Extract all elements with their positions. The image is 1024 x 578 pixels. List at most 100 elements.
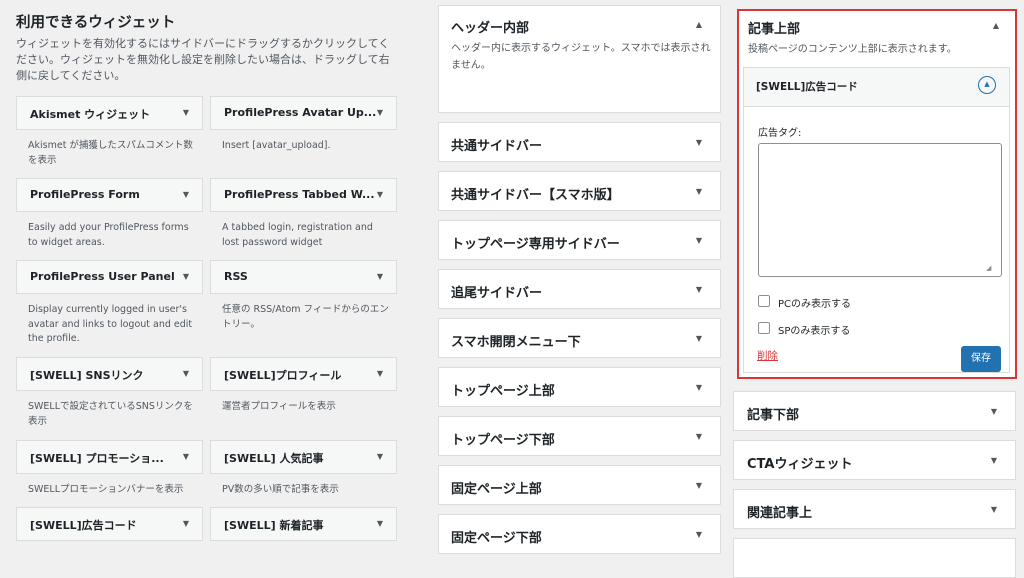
widget-title: ProfilePress Avatar Up... xyxy=(224,106,377,119)
widget-swell-promotion[interactable]: [SWELL] プロモーショ... ▼ xyxy=(16,440,203,474)
pc-only-label: PCのみ表示する xyxy=(778,299,852,310)
triangle-up-icon[interactable]: ▲ xyxy=(978,76,996,94)
triangle-down-icon[interactable]: ▼ xyxy=(377,369,383,378)
sidebar-title: CTAウィジェット xyxy=(747,457,853,472)
widget-profilepress-user-panel[interactable]: ProfilePress User Panel ▼ xyxy=(16,260,203,294)
sp-only-checkbox[interactable] xyxy=(758,322,770,334)
sidebar-article-top[interactable]: 記事上部 ▲ 投稿ページのコンテンツ上部に表示されます。 [SWELL]広告コー… xyxy=(737,9,1017,379)
widget-description: A tabbed login, registration and lost pa… xyxy=(222,222,373,248)
widget-title: [SWELL]プロフィール xyxy=(224,369,342,382)
available-widgets-title: 利用できるウィジェット xyxy=(16,15,176,31)
sidebar-cta-widget[interactable]: CTAウィジェット ▼ xyxy=(733,440,1016,480)
triangle-down-icon[interactable]: ▼ xyxy=(696,383,702,392)
widget-description: Akismet が捕獲したスパムコメント数を表示 xyxy=(28,140,193,166)
widget-description: SWELLで設定されているSNSリンクを表示 xyxy=(28,401,193,427)
widget-swell-sns-links[interactable]: [SWELL] SNSリンク ▼ xyxy=(16,357,203,391)
triangle-up-icon[interactable]: ▲ xyxy=(696,20,702,29)
sidebar-sticky[interactable]: 追尾サイドバー ▼ xyxy=(438,269,721,309)
sidebar-title: 固定ページ上部 xyxy=(451,482,542,497)
sidebar-common-mobile[interactable]: 共通サイドバー【スマホ版】 ▼ xyxy=(438,171,721,211)
widget-rss[interactable]: RSS ▼ xyxy=(210,260,397,294)
triangle-down-icon[interactable]: ▼ xyxy=(183,272,189,281)
widget-title: [SWELL]広告コード xyxy=(756,81,858,93)
widget-swell-ad-code[interactable]: [SWELL]広告コード ▼ xyxy=(16,507,203,541)
sidebar-top-page-bottom[interactable]: トップページ下部 ▼ xyxy=(438,416,721,456)
triangle-down-icon[interactable]: ▼ xyxy=(377,519,383,528)
sidebar-related-posts-top[interactable]: 関連記事上 ▼ xyxy=(733,489,1016,529)
triangle-down-icon[interactable]: ▼ xyxy=(183,369,189,378)
sidebar-title: 共通サイドバー【スマホ版】 xyxy=(451,188,620,203)
sidebar-title: トップページ専用サイドバー xyxy=(451,237,620,252)
sidebar-page-bottom[interactable]: 固定ページ下部 ▼ xyxy=(438,514,721,554)
sidebar-title: 記事上部 xyxy=(748,22,801,37)
widget-profilepress-tabbed[interactable]: ProfilePress Tabbed W... ▼ xyxy=(210,178,397,212)
triangle-down-icon[interactable]: ▼ xyxy=(696,334,702,343)
sidebar-title: ヘッダー内部 xyxy=(451,21,530,36)
sidebar-common[interactable]: 共通サイドバー ▼ xyxy=(438,122,721,162)
widget-title: Akismet ウィジェット xyxy=(30,108,151,121)
widget-title: [SWELL] 新着記事 xyxy=(224,519,324,532)
widget-title: ProfilePress Form xyxy=(30,188,140,201)
widget-profilepress-form[interactable]: ProfilePress Form ▼ xyxy=(16,178,203,212)
sidebar-description: ヘッダー内に表示するウィジェット。スマホでは表示されません。 xyxy=(451,43,711,71)
triangle-down-icon[interactable]: ▼ xyxy=(377,272,383,281)
ad-code-widget: [SWELL]広告コード ▲ 広告タグ: ◢ PCのみ表示する SPのみ表示する… xyxy=(743,67,1010,373)
widget-description: Display currently logged in user's avata… xyxy=(28,304,193,344)
widget-swell-profile[interactable]: [SWELL]プロフィール ▼ xyxy=(210,357,397,391)
save-button[interactable]: 保存 xyxy=(961,346,1001,372)
widget-description: Insert [avatar_upload]. xyxy=(222,140,331,151)
triangle-down-icon[interactable]: ▼ xyxy=(696,187,702,196)
triangle-down-icon[interactable]: ▼ xyxy=(696,530,702,539)
widget-description: 運営者プロフィールを表示 xyxy=(222,401,336,412)
widget-description: SWELLプロモーションバナーを表示 xyxy=(28,484,184,495)
triangle-down-icon[interactable]: ▼ xyxy=(991,456,997,465)
sidebar-article-bottom[interactable]: 記事下部 ▼ xyxy=(733,391,1016,431)
triangle-up-icon[interactable]: ▲ xyxy=(993,21,999,30)
triangle-down-icon[interactable]: ▼ xyxy=(696,236,702,245)
triangle-down-icon[interactable]: ▼ xyxy=(991,407,997,416)
widget-title: [SWELL]広告コード xyxy=(30,519,137,532)
ad-code-widget-header[interactable]: [SWELL]広告コード ▲ xyxy=(744,68,1009,107)
widget-title: [SWELL] プロモーショ... xyxy=(30,452,164,465)
widget-title: [SWELL] 人気記事 xyxy=(224,452,324,465)
ad-tag-textarea[interactable] xyxy=(758,143,1002,277)
triangle-down-icon[interactable]: ▼ xyxy=(183,190,189,199)
widget-swell-popular-posts[interactable]: [SWELL] 人気記事 ▼ xyxy=(210,440,397,474)
sidebar-top-page-only[interactable]: トップページ専用サイドバー ▼ xyxy=(438,220,721,260)
triangle-down-icon[interactable]: ▼ xyxy=(696,285,702,294)
sidebar-description: 投稿ページのコンテンツ上部に表示されます。 xyxy=(748,44,957,55)
triangle-down-icon[interactable]: ▼ xyxy=(377,452,383,461)
widget-swell-new-posts[interactable]: [SWELL] 新着記事 ▼ xyxy=(210,507,397,541)
widget-profilepress-avatar-upload[interactable]: ProfilePress Avatar Up... ▼ xyxy=(210,96,397,130)
widget-title: [SWELL] SNSリンク xyxy=(30,369,144,382)
sidebar-top-page-top[interactable]: トップページ上部 ▼ xyxy=(438,367,721,407)
triangle-down-icon[interactable]: ▼ xyxy=(696,432,702,441)
triangle-down-icon[interactable]: ▼ xyxy=(696,138,702,147)
triangle-down-icon[interactable]: ▼ xyxy=(696,481,702,490)
triangle-down-icon[interactable]: ▼ xyxy=(183,452,189,461)
delete-link[interactable]: 削除 xyxy=(757,348,778,363)
widget-title: ProfilePress Tabbed W... xyxy=(224,188,375,201)
sidebar-title: 固定ページ下部 xyxy=(451,531,542,546)
sidebar-title: 関連記事上 xyxy=(747,506,813,521)
triangle-down-icon[interactable]: ▼ xyxy=(183,108,189,117)
sidebar-next[interactable] xyxy=(733,538,1016,578)
sidebar-title: スマホ開閉メニュー下 xyxy=(451,335,581,350)
sidebar-title: トップページ下部 xyxy=(451,433,555,448)
triangle-down-icon[interactable]: ▼ xyxy=(377,190,383,199)
widget-description: Easily add your ProfilePress forms to wi… xyxy=(28,222,189,248)
widget-description: 任意の RSS/Atom フィードからのエントリー。 xyxy=(222,304,389,330)
sidebar-title: 共通サイドバー xyxy=(451,139,543,154)
triangle-down-icon[interactable]: ▼ xyxy=(991,505,997,514)
widget-description: PV数の多い順で記事を表示 xyxy=(222,484,339,495)
sidebar-page-top[interactable]: 固定ページ上部 ▼ xyxy=(438,465,721,505)
sidebar-header-inner[interactable]: ヘッダー内部 ▲ ヘッダー内に表示するウィジェット。スマホでは表示されません。 xyxy=(438,5,721,113)
sidebar-mobile-menu-bottom[interactable]: スマホ開閉メニュー下 ▼ xyxy=(438,318,721,358)
sidebar-title: トップページ上部 xyxy=(451,384,555,399)
widget-title: ProfilePress User Panel xyxy=(30,270,175,283)
triangle-down-icon[interactable]: ▼ xyxy=(183,519,189,528)
sidebar-title: 追尾サイドバー xyxy=(451,286,543,301)
triangle-down-icon[interactable]: ▼ xyxy=(377,108,383,117)
widget-akismet[interactable]: Akismet ウィジェット ▼ xyxy=(16,96,203,130)
pc-only-checkbox[interactable] xyxy=(758,295,770,307)
